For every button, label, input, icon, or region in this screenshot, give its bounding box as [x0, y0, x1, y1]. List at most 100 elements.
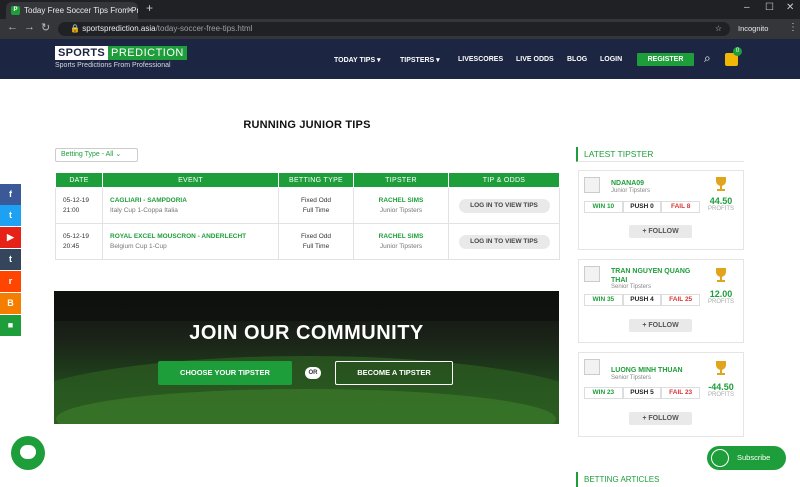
stat-fail: FAIL 25 [661, 294, 701, 306]
blogger-icon[interactable]: B [0, 293, 21, 314]
reload-icon[interactable]: ↻ [41, 21, 50, 34]
profit-label: PROFITS [707, 206, 734, 212]
browser-tab[interactable]: P Today Free Soccer Tips From Pro ✕ [6, 2, 138, 19]
tab-close-icon[interactable]: ✕ [126, 2, 134, 19]
search-icon[interactable]: ⌕ [704, 51, 711, 66]
choose-tipster-button[interactable]: CHOOSE YOUR TIPSTER [158, 361, 292, 385]
betting-type-filter[interactable]: Betting Type - All ⌄ [55, 148, 138, 162]
tipster-profit: 12.00 [709, 289, 733, 299]
follow-button[interactable]: + FOLLOW [629, 319, 692, 332]
become-tipster-button[interactable]: BECOME A TIPSTER [335, 361, 453, 385]
banner-title: JOIN OUR COMMUNITY [189, 322, 424, 344]
browser-tab-strip: P Today Free Soccer Tips From Pro ✕ + – … [0, 0, 800, 19]
col-betting-type: BETTING TYPE [278, 172, 354, 188]
tipster-name[interactable]: LUONG MINH THUAN [611, 366, 683, 375]
avatar[interactable] [584, 359, 600, 375]
lock-icon: 🔒 [70, 24, 80, 33]
row-league: Italy Cup 1-Coppa Italia [110, 206, 178, 214]
new-tab-button[interactable]: + [146, 1, 153, 15]
browser-toolbar: ← → ↻ 🔒 sportsprediction.asia/today-socc… [0, 19, 800, 39]
chat-widget-button[interactable] [11, 436, 45, 470]
cart-count-badge: 0 [733, 47, 742, 56]
trophy-icon [716, 177, 726, 191]
tipster-stats: WIN 23 PUSH 5 FAIL 23 [584, 387, 701, 399]
maximize-icon[interactable]: ☐ [765, 2, 774, 13]
profit-label: PROFITS [707, 392, 734, 398]
stat-push: PUSH 5 [622, 387, 662, 399]
subscribe-button[interactable]: Subscribe [707, 446, 786, 470]
subscribe-label: Subscribe [737, 453, 771, 462]
stat-win: WIN 23 [584, 387, 623, 399]
bookmark-star-icon[interactable]: ☆ [715, 22, 722, 36]
row-bet-period: Full Time [302, 206, 330, 214]
nav-live-odds[interactable]: LIVE ODDS [516, 56, 554, 63]
stat-push: PUSH 4 [622, 294, 662, 306]
follow-button[interactable]: + FOLLOW [629, 225, 692, 238]
nav-tipsters[interactable]: TIPSTERS ▾ [400, 56, 440, 64]
tipster-stats: WIN 10 PUSH 0 FAIL 8 [584, 201, 701, 213]
table-row: 05-12-19 20:45 ROYAL EXCEL MOUSCRON - AND… [55, 223, 560, 260]
trophy-icon [716, 268, 726, 282]
tipster-profit: -44.50 [708, 382, 734, 392]
avatar[interactable] [584, 177, 600, 193]
stat-fail: FAIL 8 [661, 201, 701, 213]
minimize-icon[interactable]: – [744, 2, 750, 13]
logo-word-sports: SPORTS [55, 46, 109, 60]
twitter-icon[interactable]: t [0, 205, 21, 226]
tips-table: DATE EVENT BETTING TYPE TIPSTER TIP & OD… [55, 172, 560, 260]
nav-login[interactable]: LOGIN [600, 56, 622, 63]
tumblr-icon[interactable]: t [0, 249, 21, 270]
col-date: DATE [55, 172, 103, 188]
window-close-icon[interactable]: ✕ [786, 2, 794, 13]
row-bet-type: Fixed Odd [301, 196, 331, 204]
row-event[interactable]: ROYAL EXCEL MOUSCRON - ANDERLECHT [110, 232, 278, 242]
chat-bubble-icon [20, 445, 36, 459]
youtube-icon[interactable]: ▶ [0, 227, 21, 248]
site-logo[interactable]: SPORTS PREDICTION Sports Predictions Fro… [55, 46, 187, 69]
address-bar[interactable]: 🔒 sportsprediction.asia/today-soccer-fre… [58, 22, 730, 36]
stat-win: WIN 35 [584, 294, 623, 306]
or-separator: OR [305, 367, 321, 379]
tipster-card: TRAN NGUYEN QUANG THAI Senior Tipsters 1… [578, 259, 744, 343]
forward-icon[interactable]: → [24, 21, 35, 33]
site-header: SPORTS PREDICTION Sports Predictions Fro… [0, 39, 800, 79]
menu-dots-icon[interactable]: ⋮ [788, 22, 798, 33]
tipster-name[interactable]: TRAN NGUYEN QUANG THAI [611, 267, 695, 285]
trophy-icon [716, 361, 726, 375]
col-event: EVENT [102, 172, 279, 188]
table-row: 05-12-19 21:00 CAGLIARI - SAMPDORIA Italy … [55, 187, 560, 224]
tipster-profit: 44.50 [709, 196, 733, 206]
tipster-card: NDANA09 Junior Tipsters 44.50 PROFITS WI… [578, 170, 744, 250]
nav-today-tips[interactable]: TODAY TIPS ▾ [334, 56, 381, 64]
stat-win: WIN 10 [584, 201, 623, 213]
back-icon[interactable]: ← [7, 21, 18, 33]
url-path: /today-soccer-free-tips.html [155, 24, 253, 33]
stadium-background [54, 291, 559, 424]
register-button[interactable]: REGISTER [637, 53, 694, 66]
reddit-icon[interactable]: r [0, 271, 21, 292]
url-domain: sportsprediction.asia [82, 24, 156, 33]
incognito-label[interactable]: Incognito [738, 24, 768, 33]
latest-tipster-heading: LATEST TIPSTER [576, 147, 744, 162]
follow-button[interactable]: + FOLLOW [629, 412, 692, 425]
nav-livescores[interactable]: LIVESCORES [458, 56, 503, 63]
login-to-view-tips-button[interactable]: LOG IN TO VIEW TIPS [458, 198, 550, 213]
col-tip-odds: TIP & ODDS [448, 172, 560, 188]
profit-label: PROFITS [707, 299, 734, 305]
facebook-icon[interactable]: f [0, 184, 21, 205]
tipster-name[interactable]: NDANA09 [611, 179, 644, 188]
stat-push: PUSH 0 [622, 201, 662, 213]
row-event[interactable]: CAGLIARI - SAMPDORIA [110, 196, 278, 206]
login-to-view-tips-button[interactable]: LOG IN TO VIEW TIPS [458, 234, 550, 249]
row-tipster[interactable]: RACHEL SIMS [354, 232, 448, 242]
row-tipster[interactable]: RACHEL SIMS [354, 196, 448, 206]
avatar[interactable] [584, 266, 600, 282]
row-bet-period: Full Time [302, 242, 330, 250]
stat-fail: FAIL 23 [661, 387, 701, 399]
row-bet-type: Fixed Odd [301, 232, 331, 240]
video-icon[interactable]: ■ [0, 315, 21, 336]
row-tipster-rank: Junior Tipsters [379, 206, 423, 214]
nav-blog[interactable]: BLOG [567, 56, 587, 63]
betting-articles-heading: BETTING ARTICLES [576, 472, 744, 487]
row-tipster-rank: Junior Tipsters [379, 242, 423, 250]
